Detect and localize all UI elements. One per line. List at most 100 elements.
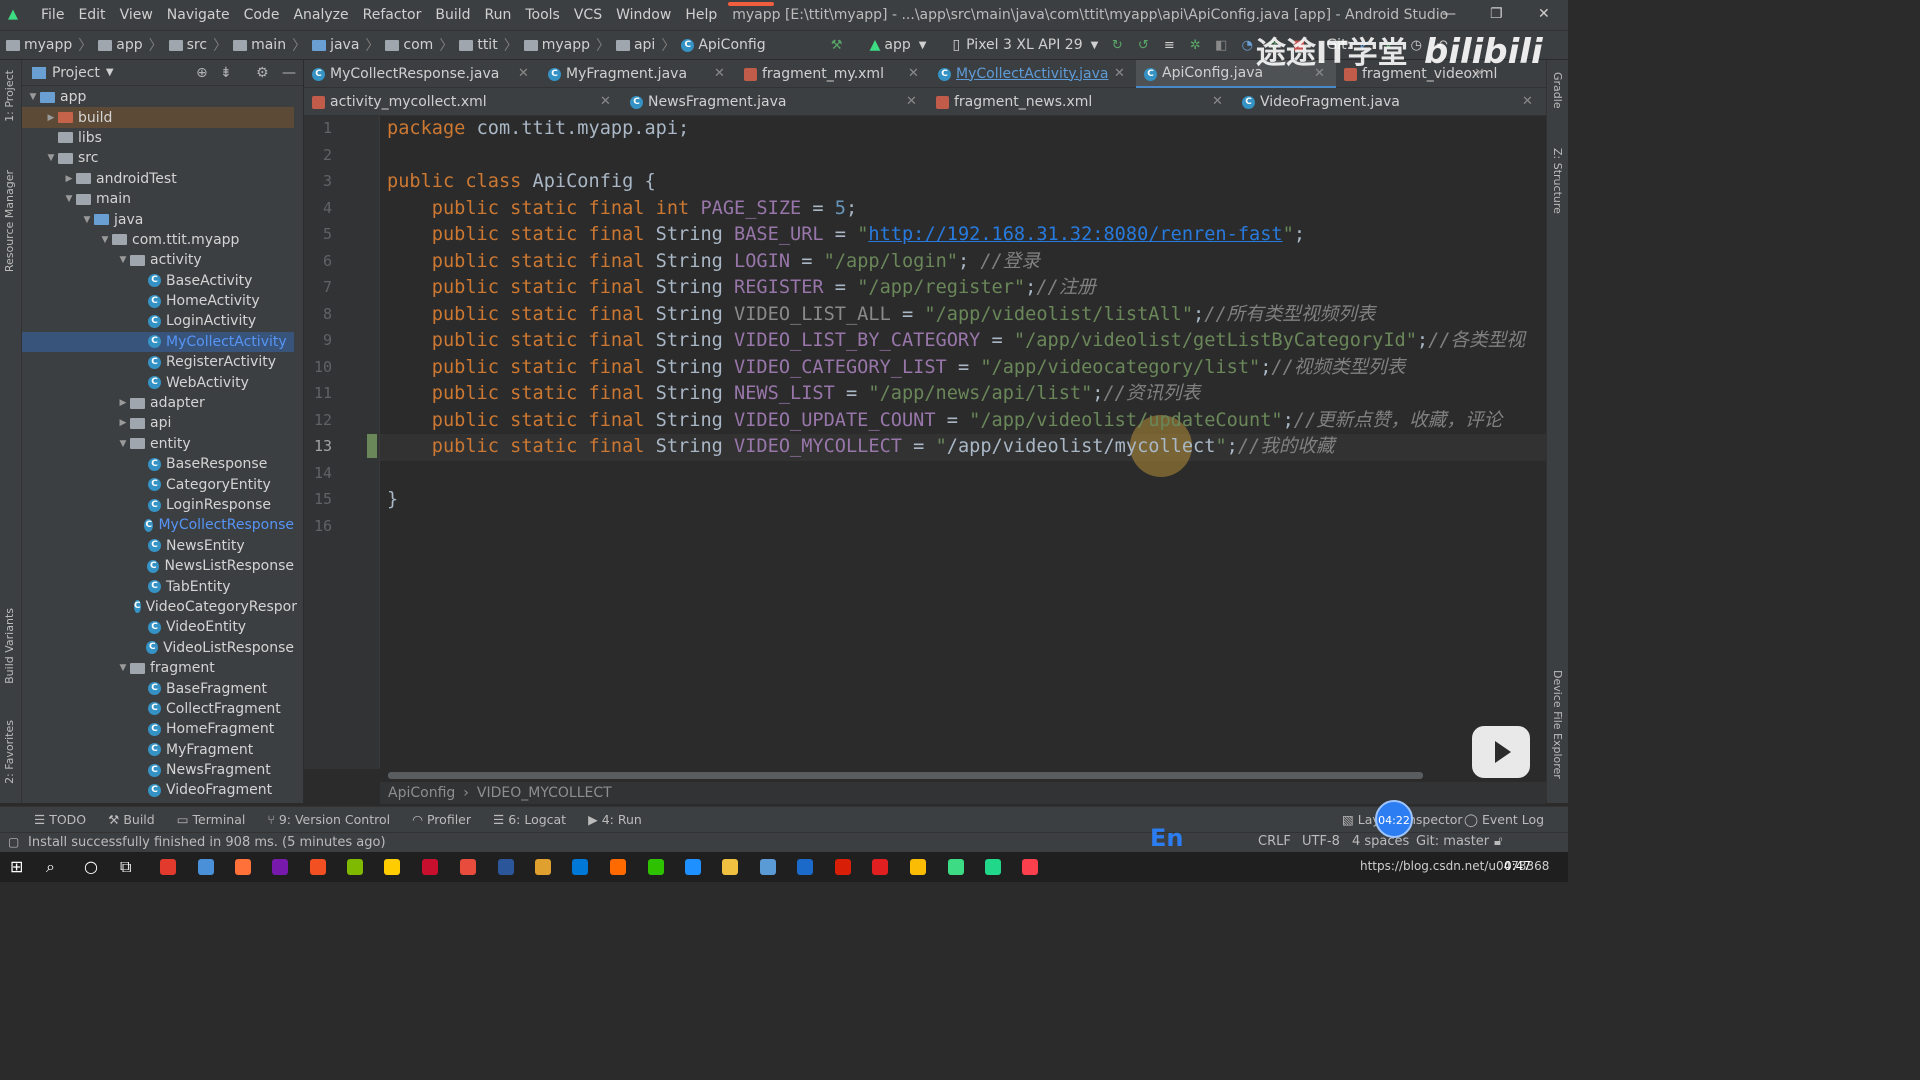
terminal-tab[interactable]: ▭ Terminal (177, 812, 246, 827)
tree-item[interactable]: ▼ java (22, 209, 294, 229)
status-toggle-icon[interactable]: ▢ (8, 835, 19, 849)
task-view-icon[interactable]: ⧉ (120, 857, 131, 877)
ime-indicator[interactable]: En (1150, 824, 1183, 852)
search-icon[interactable]: ⌕ (46, 857, 55, 877)
calculator-app-icon[interactable] (198, 859, 214, 875)
intellij-app-icon[interactable] (1022, 859, 1038, 875)
tree-item[interactable]: ▼ entity (22, 434, 294, 454)
menu-run[interactable]: Run (478, 7, 519, 23)
expanded-arrow-icon[interactable]: ▼ (116, 663, 130, 673)
app-icon[interactable] (872, 859, 888, 875)
tree-item[interactable]: C NewsListResponse (22, 556, 294, 576)
tree-item[interactable]: C NewsEntity (22, 536, 294, 556)
version-control-tab[interactable]: ⑂ 9: Version Control (267, 812, 390, 827)
app-icon[interactable] (610, 859, 626, 875)
menu-file[interactable]: File (34, 7, 71, 23)
tree-item[interactable]: C CategoryEntity (22, 474, 294, 494)
make-project-hammer-icon[interactable]: ⚒ (826, 34, 848, 56)
app-icon[interactable] (422, 859, 438, 875)
chrome-app-icon[interactable] (910, 859, 926, 875)
menu-edit[interactable]: Edit (71, 7, 112, 23)
menu-window[interactable]: Window (609, 7, 678, 23)
status-message[interactable]: Install successfully finished in 908 ms.… (28, 835, 386, 850)
breadcrumb-com[interactable]: com 〉 (379, 35, 453, 55)
app-icon[interactable] (685, 859, 701, 875)
clock[interactable]: 0:47 (1504, 859, 1531, 873)
menu-view[interactable]: View (113, 7, 160, 23)
structure-tab[interactable]: Z: Structure (1551, 148, 1564, 214)
build-tab[interactable]: ⚒ Build (108, 812, 155, 827)
menu-code[interactable]: Code (237, 7, 287, 23)
tree-item[interactable]: C RegisterActivity (22, 352, 294, 372)
editor-tab[interactable]: C MyCollectResponse.java ✕ (304, 60, 540, 88)
breadcrumb-src[interactable]: src 〉 (163, 35, 227, 55)
tree-item[interactable]: C NewsFragment (22, 760, 294, 780)
favorites-tab[interactable]: 2: Favorites (3, 720, 16, 784)
project-view-dropdown[interactable]: Project (52, 65, 100, 81)
apply-changes-icon[interactable]: ↻ (1106, 34, 1128, 56)
editor-crumb-field[interactable]: VIDEO_MYCOLLECT (469, 785, 620, 801)
line-separator-indicator[interactable]: CRLF (1258, 834, 1291, 849)
hide-panel-icon[interactable]: — (282, 65, 296, 81)
run-tab[interactable]: ▶ 4: Run (588, 812, 642, 827)
firefox-app-icon[interactable] (235, 859, 251, 875)
expanded-arrow-icon[interactable]: ▼ (44, 153, 58, 163)
breadcrumb-java[interactable]: java 〉 (306, 35, 379, 55)
windows-start-icon[interactable]: ⊞ (10, 857, 23, 876)
tree-item[interactable]: C HomeActivity (22, 291, 294, 311)
expanded-arrow-icon[interactable]: ▼ (116, 255, 130, 265)
tree-item[interactable]: C LoginResponse (22, 495, 294, 515)
menu-vcs[interactable]: VCS (567, 7, 609, 23)
app-icon[interactable] (797, 859, 813, 875)
tree-item[interactable]: ▼ app (22, 87, 294, 107)
collapse-all-icon[interactable]: ⇟ (220, 65, 232, 81)
expanded-arrow-icon[interactable]: ▼ (80, 215, 94, 225)
close-tab-icon[interactable]: ✕ (1212, 94, 1223, 109)
excel-app-icon[interactable] (347, 859, 363, 875)
logcat-tab[interactable]: ☰ 6: Logcat (493, 812, 566, 827)
apply-code-changes-icon[interactable]: ↺ (1132, 34, 1154, 56)
wechat-app-icon[interactable] (648, 859, 664, 875)
app-icon[interactable] (535, 859, 551, 875)
tree-item[interactable]: C LoginActivity (22, 311, 294, 331)
close-window-button[interactable]: ✕ (1538, 6, 1550, 22)
tree-item[interactable]: ▼ activity (22, 250, 294, 270)
word-app-icon[interactable] (498, 859, 514, 875)
device-dropdown[interactable]: ▯ Pixel 3 XL API 29 ▼ (946, 34, 1104, 56)
editor-tab[interactable]: C VideoFragment.java ✕ (1234, 88, 1544, 116)
tree-item[interactable]: C VideoFragment (22, 780, 294, 800)
expanded-arrow-icon[interactable]: ▼ (62, 194, 76, 204)
collapsed-arrow-icon[interactable]: ▶ (44, 113, 58, 123)
menu-refactor[interactable]: Refactor (356, 7, 429, 23)
run-configuration-dropdown[interactable]: ▲ app ▼ (864, 34, 933, 56)
tree-item[interactable]: C WebActivity (22, 372, 294, 392)
breadcrumb-myapp[interactable]: myapp 〉 (0, 35, 92, 55)
collapsed-arrow-icon[interactable]: ▶ (116, 398, 130, 408)
android-studio-app-icon[interactable] (948, 859, 964, 875)
tree-item[interactable]: ▶ api (22, 413, 294, 433)
editor-tab[interactable]: C MyFragment.java ✕ (540, 60, 736, 88)
collapsed-arrow-icon[interactable]: ▶ (116, 418, 130, 428)
breadcrumb-apiconfig[interactable]: C ApiConfig (675, 37, 766, 53)
tree-item[interactable]: ▼ com.ttit.myapp (22, 230, 294, 250)
file-explorer-icon[interactable] (722, 859, 738, 875)
restore-button[interactable]: ❐ (1490, 6, 1503, 22)
tree-item[interactable]: ▶ adapter (22, 393, 294, 413)
editor-tab[interactable]: C MyCollectActivity.java ✕ (930, 60, 1136, 88)
minimize-button[interactable]: — (1442, 6, 1456, 22)
event-log-tab[interactable]: ◯ Event Log (1464, 812, 1544, 827)
tree-item[interactable]: ▶ androidTest (22, 169, 294, 189)
breadcrumb-ttit[interactable]: ttit 〉 (453, 35, 518, 55)
video-play-icon[interactable] (1472, 726, 1530, 778)
app-icon[interactable] (572, 859, 588, 875)
notes-app-icon[interactable] (384, 859, 400, 875)
tree-item[interactable]: C MyCollectActivity (22, 331, 294, 353)
editor-tab[interactable]: fragment_my.xml ✕ (736, 60, 930, 88)
chevron-down-icon[interactable]: ▼ (106, 67, 114, 78)
app-icon[interactable] (835, 859, 851, 875)
expanded-arrow-icon[interactable]: ▼ (26, 92, 40, 102)
editor-tab[interactable]: C NewsFragment.java ✕ (622, 88, 928, 116)
run-list-icon[interactable]: ≡ (1158, 34, 1180, 56)
debug-icon[interactable]: ✲ (1184, 34, 1206, 56)
tree-item[interactable]: C TabEntity (22, 576, 294, 596)
